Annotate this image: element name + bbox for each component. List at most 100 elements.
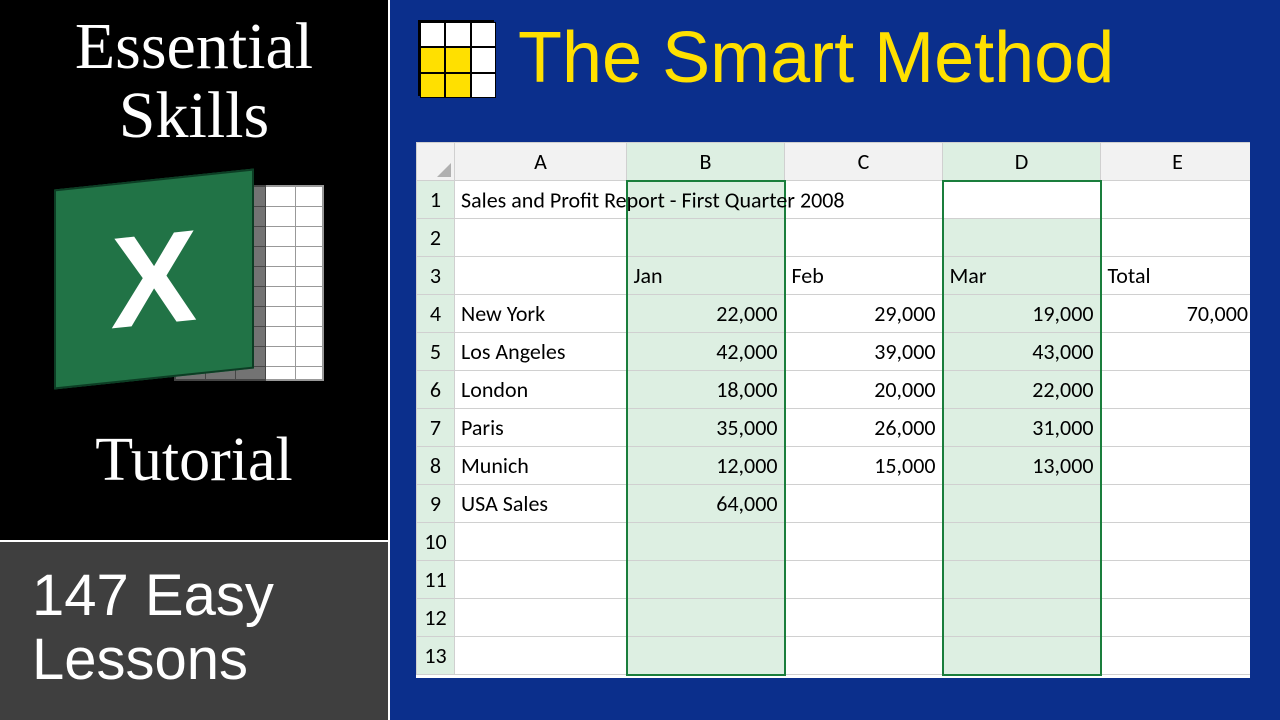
row-13[interactable]: 13: [417, 637, 1253, 675]
col-header-D[interactable]: D: [943, 143, 1101, 181]
cell-D9[interactable]: [943, 485, 1101, 523]
cell-A4[interactable]: New York: [455, 295, 627, 333]
cell-B6[interactable]: 18,000: [627, 371, 785, 409]
row-header[interactable]: 9: [417, 485, 455, 523]
row-header[interactable]: 8: [417, 447, 455, 485]
cell-E3[interactable]: Total: [1101, 257, 1253, 295]
sidebar: Essential Skills X Tutorial 147 Easy Les…: [0, 0, 390, 720]
cell-A10[interactable]: [455, 523, 627, 561]
select-all-corner[interactable]: [417, 143, 455, 181]
cell-E4[interactable]: 70,000: [1101, 295, 1253, 333]
cell-C4[interactable]: 29,000: [785, 295, 943, 333]
column-header-row[interactable]: A B C D E: [417, 143, 1253, 181]
cell-A9[interactable]: USA Sales: [455, 485, 627, 523]
cell-C11[interactable]: [785, 561, 943, 599]
row-header[interactable]: 7: [417, 409, 455, 447]
cell-A5[interactable]: Los Angeles: [455, 333, 627, 371]
cell-B3[interactable]: Jan: [627, 257, 785, 295]
row-9[interactable]: 9 USA Sales 64,000: [417, 485, 1253, 523]
cell-A8[interactable]: Munich: [455, 447, 627, 485]
row-header[interactable]: 4: [417, 295, 455, 333]
cell-D6[interactable]: 22,000: [943, 371, 1101, 409]
cell-B13[interactable]: [627, 637, 785, 675]
cell-D2[interactable]: [943, 219, 1101, 257]
row-12[interactable]: 12: [417, 599, 1253, 637]
cell-E7[interactable]: [1101, 409, 1253, 447]
cell-B10[interactable]: [627, 523, 785, 561]
cell-E13[interactable]: [1101, 637, 1253, 675]
spreadsheet[interactable]: A B C D E 1 Sales and Profit Report - Fi…: [414, 140, 1252, 680]
row-10[interactable]: 10: [417, 523, 1253, 561]
brand-title: The Smart Method: [518, 17, 1114, 99]
cell-C8[interactable]: 15,000: [785, 447, 943, 485]
row-header[interactable]: 3: [417, 257, 455, 295]
cell-C3[interactable]: Feb: [785, 257, 943, 295]
row-8[interactable]: 8 Munich 12,000 15,000 13,000: [417, 447, 1253, 485]
col-header-A[interactable]: A: [455, 143, 627, 181]
cell-C5[interactable]: 39,000: [785, 333, 943, 371]
cell-C13[interactable]: [785, 637, 943, 675]
cell-E1[interactable]: [1101, 181, 1253, 219]
row-header[interactable]: 11: [417, 561, 455, 599]
cell-D3[interactable]: Mar: [943, 257, 1101, 295]
cell-A11[interactable]: [455, 561, 627, 599]
row-header[interactable]: 2: [417, 219, 455, 257]
row-header[interactable]: 12: [417, 599, 455, 637]
cell-D4[interactable]: 19,000: [943, 295, 1101, 333]
row-5[interactable]: 5 Los Angeles 42,000 39,000 43,000: [417, 333, 1253, 371]
col-header-B[interactable]: B: [627, 143, 785, 181]
cell-B5[interactable]: 42,000: [627, 333, 785, 371]
row-4[interactable]: 4 New York 22,000 29,000 19,000 70,000: [417, 295, 1253, 333]
col-header-C[interactable]: C: [785, 143, 943, 181]
cell-C12[interactable]: [785, 599, 943, 637]
cell-E9[interactable]: [1101, 485, 1253, 523]
cell-D12[interactable]: [943, 599, 1101, 637]
cell-D8[interactable]: 13,000: [943, 447, 1101, 485]
cell-E11[interactable]: [1101, 561, 1253, 599]
cell-B9[interactable]: 64,000: [627, 485, 785, 523]
row-header[interactable]: 5: [417, 333, 455, 371]
row-header[interactable]: 10: [417, 523, 455, 561]
row-7[interactable]: 7 Paris 35,000 26,000 31,000: [417, 409, 1253, 447]
cell-E6[interactable]: [1101, 371, 1253, 409]
row-1[interactable]: 1 Sales and Profit Report - First Quarte…: [417, 181, 1253, 219]
row-6[interactable]: 6 London 18,000 20,000 22,000: [417, 371, 1253, 409]
row-2[interactable]: 2: [417, 219, 1253, 257]
row-header[interactable]: 6: [417, 371, 455, 409]
cell-A3[interactable]: [455, 257, 627, 295]
lesson-count: 147 Easy Lessons: [0, 540, 388, 720]
cell-E10[interactable]: [1101, 523, 1253, 561]
cell-C6[interactable]: 20,000: [785, 371, 943, 409]
cell-C7[interactable]: 26,000: [785, 409, 943, 447]
row-3[interactable]: 3 Jan Feb Mar Total: [417, 257, 1253, 295]
cell-B12[interactable]: [627, 599, 785, 637]
cell-D5[interactable]: 43,000: [943, 333, 1101, 371]
cell-D11[interactable]: [943, 561, 1101, 599]
cell-D10[interactable]: [943, 523, 1101, 561]
cell-B4[interactable]: 22,000: [627, 295, 785, 333]
cell-A1[interactable]: Sales and Profit Report - First Quarter …: [455, 181, 627, 219]
cell-C9[interactable]: [785, 485, 943, 523]
cell-B2[interactable]: [627, 219, 785, 257]
cell-D7[interactable]: 31,000: [943, 409, 1101, 447]
cell-E12[interactable]: [1101, 599, 1253, 637]
cell-B8[interactable]: 12,000: [627, 447, 785, 485]
cell-A12[interactable]: [455, 599, 627, 637]
cell-A2[interactable]: [455, 219, 627, 257]
cell-D1[interactable]: [943, 181, 1101, 219]
cell-B7[interactable]: 35,000: [627, 409, 785, 447]
cell-D13[interactable]: [943, 637, 1101, 675]
cell-A6[interactable]: London: [455, 371, 627, 409]
col-header-E[interactable]: E: [1101, 143, 1253, 181]
cell-C2[interactable]: [785, 219, 943, 257]
cell-A13[interactable]: [455, 637, 627, 675]
cell-C10[interactable]: [785, 523, 943, 561]
cell-E2[interactable]: [1101, 219, 1253, 257]
cell-E5[interactable]: [1101, 333, 1253, 371]
row-11[interactable]: 11: [417, 561, 1253, 599]
cell-E8[interactable]: [1101, 447, 1253, 485]
row-header[interactable]: 13: [417, 637, 455, 675]
cell-B11[interactable]: [627, 561, 785, 599]
row-header[interactable]: 1: [417, 181, 455, 219]
cell-A7[interactable]: Paris: [455, 409, 627, 447]
